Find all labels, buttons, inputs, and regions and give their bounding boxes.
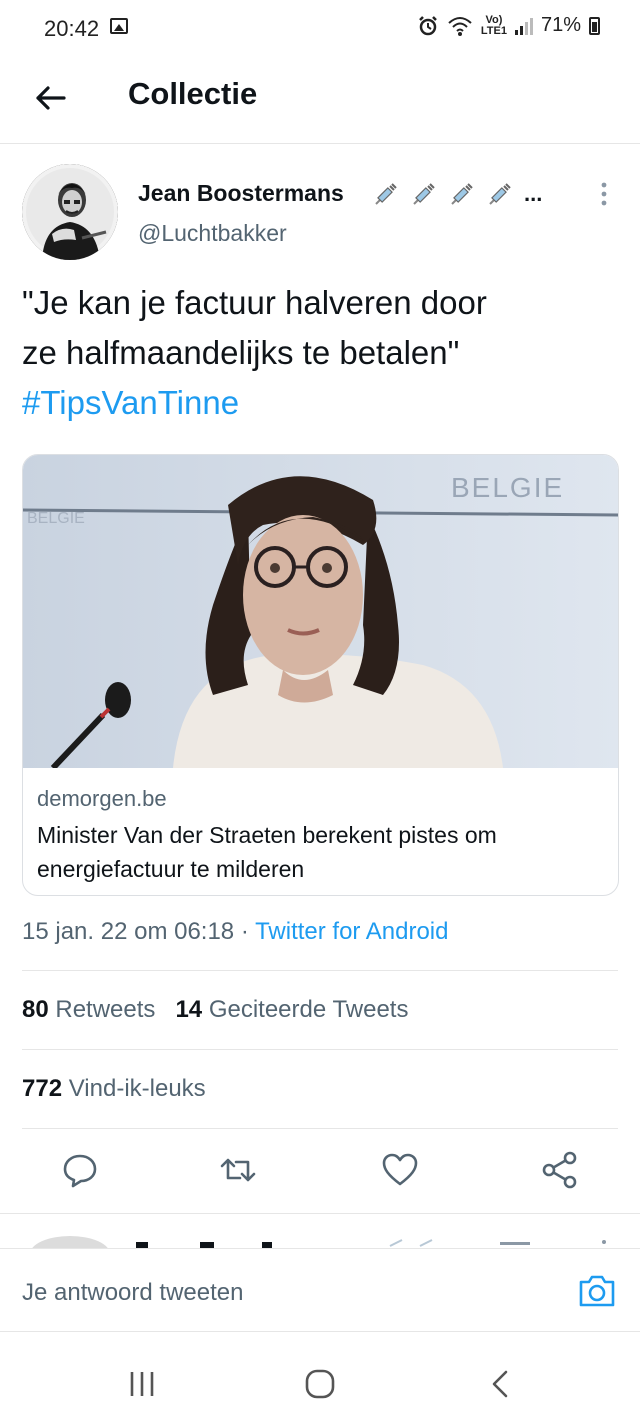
tweet-meta: 15 jan. 22 om 06:18 · Twitter for Androi…	[22, 918, 448, 946]
divider	[22, 1128, 618, 1129]
syringe-icon	[375, 183, 397, 205]
retweet-icon[interactable]	[218, 1150, 258, 1190]
camera-icon[interactable]	[578, 1273, 616, 1309]
avatar[interactable]	[22, 164, 118, 260]
tweet-text-line-1: "Je kan je factuur halveren door	[22, 284, 487, 321]
card-domain: demorgen.be	[37, 786, 167, 811]
sign-text-right: BELGIE	[451, 472, 564, 503]
reply-input-placeholder[interactable]: Je antwoord tweeten	[22, 1279, 243, 1307]
battery-percent: 71%	[540, 14, 581, 36]
quotes-count: 14	[175, 996, 203, 1023]
retweets-stat[interactable]: 80 Retweets	[22, 996, 155, 1023]
signal-icon	[514, 17, 533, 35]
battery-icon	[589, 16, 600, 35]
status-bar: 20:42 Vo) LTE1 71%	[0, 0, 640, 56]
top-app-bar: Collectie	[0, 56, 640, 144]
reply-composer[interactable]: Je antwoord tweeten	[0, 1248, 640, 1332]
engagement-stats-row: 80 Retweets 14 Geciteerde Tweets	[22, 996, 408, 1024]
author-name[interactable]: Jean Boostermans	[138, 180, 344, 207]
tweet-text-line-2: ze halfmaandelijks te betalen"	[22, 334, 460, 371]
tweet-source-link[interactable]: Twitter for Android	[255, 918, 448, 945]
link-preview-card[interactable]: BELGIE BELGIE demorgen.be Minister Van d…	[22, 454, 619, 896]
back-nav-icon[interactable]	[480, 1366, 520, 1402]
home-icon[interactable]	[300, 1366, 340, 1402]
retweets-label: Retweets	[55, 996, 156, 1023]
wifi-icon	[448, 16, 472, 36]
quote-tweets-stat[interactable]: 14 Geciteerde Tweets	[175, 996, 408, 1023]
status-time: 20:42	[44, 16, 100, 41]
author-handle[interactable]: @Luchtbakker	[138, 220, 287, 247]
next-tweet-partial[interactable]	[0, 1213, 640, 1249]
share-icon[interactable]	[540, 1150, 580, 1190]
likes-label: Vind-ik-leuks	[68, 1075, 206, 1102]
back-arrow-icon[interactable]	[30, 78, 70, 118]
author-name-ellipsis: ...	[524, 181, 543, 206]
author-emoji-group: ...	[372, 180, 542, 208]
recent-apps-icon[interactable]	[122, 1366, 162, 1402]
page-title: Collectie	[128, 76, 258, 111]
image-icon	[110, 18, 128, 34]
alarm-icon	[419, 15, 437, 35]
syringe-icon	[489, 183, 511, 205]
sign-text-left: BELGIE	[27, 510, 85, 527]
likes-stat[interactable]: 772 Vind-ik-leuks	[22, 1075, 206, 1103]
tweet-timestamp: 15 jan. 22 om 06:18	[22, 918, 235, 945]
tweet-text: "Je kan je factuur halveren door ze half…	[22, 278, 622, 428]
card-title: Minister Van der Straeten berekent piste…	[37, 822, 497, 882]
syringe-icon	[451, 183, 473, 205]
divider	[22, 1049, 618, 1050]
more-options-icon[interactable]	[594, 180, 614, 210]
meta-separator: ·	[234, 918, 256, 945]
quotes-label: Geciteerde Tweets	[208, 996, 409, 1023]
divider	[22, 970, 618, 971]
retweets-count: 80	[22, 996, 49, 1023]
hashtag-link[interactable]: #TipsVanTinne	[22, 378, 622, 428]
likes-count: 772	[22, 1075, 63, 1102]
like-heart-icon[interactable]	[380, 1150, 420, 1190]
article-image[interactable]: BELGIE BELGIE	[23, 455, 619, 768]
syringe-icon	[413, 183, 435, 205]
volte-indicator: Vo) LTE1	[480, 13, 507, 37]
system-navigation-bar	[0, 1340, 640, 1422]
reply-icon[interactable]	[60, 1150, 100, 1190]
status-icons: Vo) LTE1 71%	[417, 14, 600, 37]
